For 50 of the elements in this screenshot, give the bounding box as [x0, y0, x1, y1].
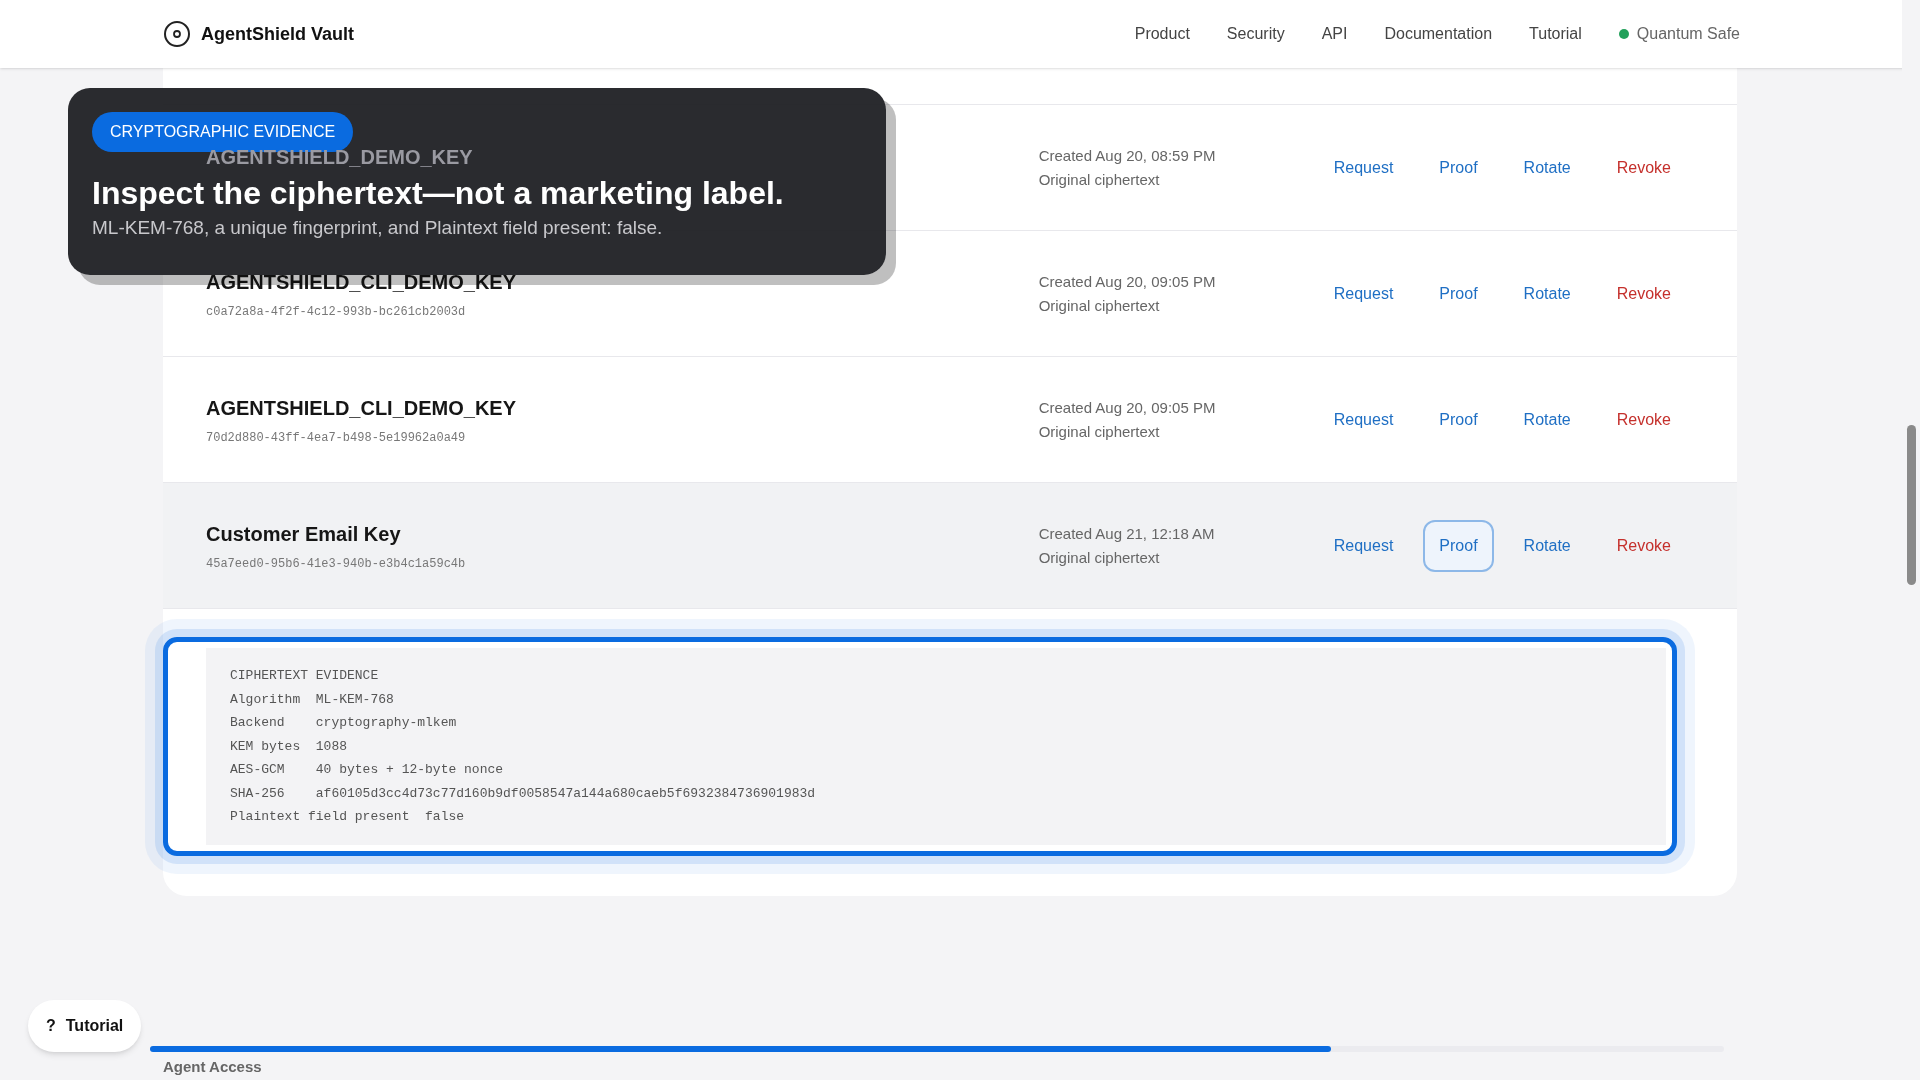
evidence-line: KEM bytes 1088	[230, 737, 349, 756]
action-button[interactable]: Request	[1317, 393, 1410, 446]
source-label: Original ciphertext	[1038, 169, 1161, 190]
evidence-line: SHA-256 af60105d3cc4d73c77d160b9df0058547a144a680caeb5f6932384736901983d	[230, 784, 817, 803]
nav-link[interactable]: API	[1321, 22, 1348, 46]
callout-text: ML-KEM-768, a unique fingerprint, and Plaintext field present: false.	[92, 216, 663, 240]
nav-link[interactable]: Documentation	[1384, 22, 1493, 46]
nav-link[interactable]: Tutorial	[1529, 22, 1582, 46]
action-button[interactable]: Request	[1317, 267, 1410, 320]
source-label: Original ciphertext	[1038, 547, 1161, 568]
created-date: Created Aug 20, 09:05 PM	[1038, 397, 1217, 418]
key-name: AGENTSHIELD_CLI_DEMO_KEY	[206, 269, 517, 295]
action-button[interactable]: Proof	[1423, 141, 1494, 194]
callout-title: Inspect the ciphertext—not a marketing label.	[92, 174, 784, 212]
source-label: Original ciphertext	[1038, 421, 1161, 442]
action-button[interactable]: Request	[1317, 519, 1410, 572]
key-id: 70d2d880-43ff-4ea7-b498-5e19962a0a49	[206, 429, 467, 447]
action-button[interactable]: Request	[1317, 141, 1410, 194]
action-button[interactable]: Rotate	[1507, 141, 1587, 194]
brand-name[interactable]: AgentShield Vault	[201, 20, 355, 48]
key-name: Customer Email Key	[206, 521, 401, 547]
revoke-button[interactable]: Revoke	[1600, 519, 1687, 572]
action-button[interactable]: Rotate	[1507, 267, 1587, 320]
scrollbar-thumb[interactable]	[1907, 425, 1916, 585]
evidence-line: AES-GCM 40 bytes + 12-byte nonce	[230, 761, 505, 779]
action-button[interactable]: Proof	[1423, 393, 1494, 446]
action-button[interactable]: Proof	[1423, 519, 1494, 572]
revoke-button[interactable]: Revoke	[1600, 141, 1687, 194]
status-label: Quantum Safe	[1636, 24, 1740, 44]
tutorial-button[interactable]: ? Tutorial	[28, 1000, 142, 1052]
key-id: 45a7eed0-95b6-41e3-940b-e3b4c1a59c4b	[206, 555, 467, 573]
action-button[interactable]: Rotate	[1507, 393, 1587, 446]
key-id: c0a72a8a-4f2f-4c12-993b-bc261cb2003d	[206, 303, 467, 321]
created-date: Created Aug 20, 09:05 PM	[1038, 271, 1217, 292]
nav-link[interactable]: Product	[1134, 22, 1190, 46]
created-date: Created Aug 21, 12:18 AM	[1038, 523, 1216, 544]
evidence-line: Algorithm ML-KEM-768	[230, 690, 395, 709]
nav-link[interactable]: Security	[1226, 22, 1285, 46]
evidence-line: Plaintext field present false	[230, 808, 466, 826]
revoke-button[interactable]: Revoke	[1600, 393, 1687, 446]
action-button[interactable]: Rotate	[1507, 519, 1587, 572]
revoke-button[interactable]: Revoke	[1600, 267, 1687, 320]
logo-icon	[163, 20, 191, 48]
evidence-line: Backend cryptography-mlkem	[230, 714, 458, 732]
key-name: AGENTSHIELD_CLI_DEMO_KEY	[206, 395, 517, 421]
created-date: Created Aug 20, 08:59 PM	[1038, 145, 1217, 166]
section-heading: Agent Access	[163, 1057, 263, 1076]
evidence-title: CIPHERTEXT EVIDENCE	[230, 667, 380, 685]
action-button[interactable]: Proof	[1423, 267, 1494, 320]
source-label: Original ciphertext	[1038, 295, 1161, 316]
